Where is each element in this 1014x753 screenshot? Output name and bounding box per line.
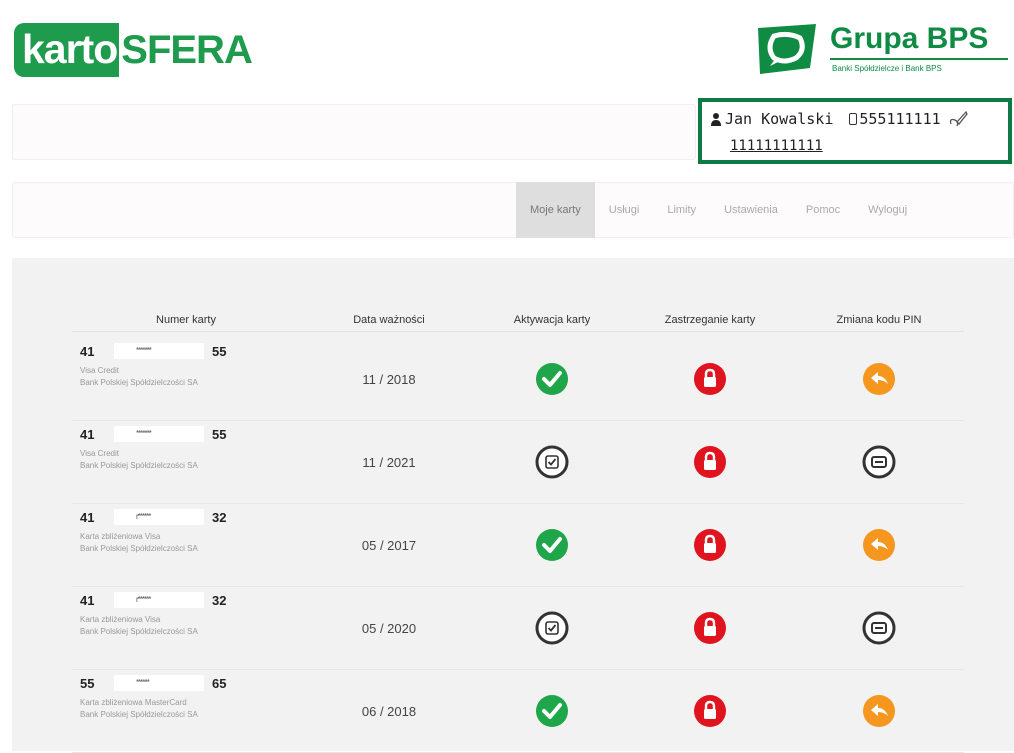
bps-subtitle: Banki Spółdzielcze i Bank BPS <box>832 64 942 73</box>
table-row: 41 r****** 32 Karta zbliżeniowa Visa Ban… <box>72 587 964 670</box>
main-nav: Moje karty Usługi Limity Ustawienia Pomo… <box>516 182 921 238</box>
nav-pomoc[interactable]: Pomoc <box>792 182 854 238</box>
card-number-prefix: 41 <box>80 343 95 359</box>
kartosfera-logo[interactable]: karto SFERA <box>14 20 253 80</box>
activation-active-icon[interactable] <box>535 528 569 562</box>
card-number: 41 r****** 32 <box>80 508 226 526</box>
header-card-number: Numer karty <box>156 313 216 326</box>
card-number-prefix: 41 <box>80 426 95 442</box>
card-info: 41 ******* 55 Visa Credit Bank Polskiej … <box>72 338 300 420</box>
card-bank: Bank Polskiej Spółdzielczości SA <box>80 544 198 553</box>
card-number-suffix: 55 <box>212 426 227 442</box>
block-card-lock-icon[interactable] <box>693 445 727 479</box>
user-info-box: Jan Kowalski 555111111 11111111111 <box>698 98 1012 164</box>
pin-change-arrow-icon[interactable] <box>862 694 896 728</box>
card-expiry: 06 / 2018 <box>361 703 417 719</box>
pin-unavailable-minus-icon <box>862 445 896 479</box>
header-pin-change: Zmiana kodu PIN <box>836 313 922 326</box>
card-type: Karta zbliżeniowa MasterCard <box>80 698 187 707</box>
card-number-suffix: 32 <box>212 509 227 525</box>
user-bar <box>12 104 696 160</box>
edit-signature-icon[interactable] <box>947 108 969 130</box>
card-type: Visa Credit <box>80 366 119 375</box>
grupa-bps-logo[interactable]: Grupa BPS Banki Spółdzielcze i Bank BPS <box>752 22 1012 82</box>
card-number-mask: ****** <box>114 675 204 691</box>
nav-limity[interactable]: Limity <box>653 182 710 238</box>
user-icon <box>711 113 721 126</box>
card-number: 41 r****** 32 <box>80 591 226 609</box>
header-block: Zastrzeganie karty <box>664 313 756 326</box>
logo-karto-part: karto <box>14 23 120 77</box>
bps-divider <box>830 58 1008 60</box>
pin-change-arrow-icon[interactable] <box>862 528 896 562</box>
card-number-mask: ******* <box>114 343 204 359</box>
block-card-lock-icon[interactable] <box>693 694 727 728</box>
card-expiry: 11 / 2018 <box>362 371 416 387</box>
activation-inactive-icon[interactable] <box>535 445 569 479</box>
activation-active-icon[interactable] <box>535 362 569 396</box>
card-type: Karta zbliżeniowa Visa <box>80 615 161 624</box>
block-card-lock-icon[interactable] <box>693 611 727 645</box>
card-type: Visa Credit <box>80 449 119 458</box>
card-number-prefix: 41 <box>80 509 95 525</box>
header: karto SFERA Grupa BPS Banki Spółdzielcze… <box>0 0 1014 100</box>
header-expiry: Data ważności <box>353 313 425 326</box>
card-number: 41 ******* 55 <box>80 425 226 443</box>
nav-wyloguj[interactable]: Wyloguj <box>854 182 921 238</box>
card-number: 55 ****** 65 <box>80 674 226 692</box>
card-number-mask: r****** <box>114 509 204 525</box>
activation-inactive-icon[interactable] <box>535 611 569 645</box>
card-number-suffix: 65 <box>212 675 227 691</box>
card-expiry: 05 / 2020 <box>361 620 417 636</box>
card-number-mask: ******* <box>114 426 204 442</box>
bps-speech-bubble-icon <box>758 24 816 74</box>
block-card-lock-icon[interactable] <box>693 528 727 562</box>
card-info: 41 ******* 55 Visa Credit Bank Polskiej … <box>72 421 300 503</box>
card-expiry: 05 / 2017 <box>361 537 417 553</box>
bps-name: Grupa BPS <box>830 22 989 55</box>
card-number-prefix: 55 <box>80 675 95 691</box>
user-phone-number: 555111111 <box>859 110 941 128</box>
cards-table-header: Numer karty Data ważności Aktywacja kart… <box>72 308 964 332</box>
card-info: 41 r****** 32 Karta zbliżeniowa Visa Ban… <box>72 504 300 586</box>
table-row: 41 r****** 32 Karta zbliżeniowa Visa Ban… <box>72 504 964 587</box>
card-number-prefix: 41 <box>80 592 95 608</box>
pin-change-arrow-icon[interactable] <box>862 362 896 396</box>
nav-ustawienia[interactable]: Ustawienia <box>710 182 792 238</box>
logo-sfera-part: SFERA <box>121 28 253 72</box>
block-card-lock-icon[interactable] <box>693 362 727 396</box>
card-bank: Bank Polskiej Spółdzielczości SA <box>80 461 198 470</box>
card-number: 41 ******* 55 <box>80 342 226 360</box>
card-bank: Bank Polskiej Spółdzielczości SA <box>80 627 198 636</box>
phone-icon <box>849 113 858 125</box>
card-expiry: 11 / 2021 <box>362 454 416 470</box>
nav-uslugi[interactable]: Usługi <box>595 182 654 238</box>
nav-moje-karty[interactable]: Moje karty <box>516 182 595 238</box>
card-number-mask: r****** <box>114 592 204 608</box>
table-row: 55 ****** 65 Karta zbliżeniowa MasterCar… <box>72 670 964 753</box>
header-activation: Aktywacja karty <box>513 313 591 326</box>
cards-table-body: 41 ******* 55 Visa Credit Bank Polskiej … <box>72 338 964 753</box>
card-number-suffix: 32 <box>212 592 227 608</box>
card-bank: Bank Polskiej Spółdzielczości SA <box>80 378 198 387</box>
activation-active-icon[interactable] <box>535 694 569 728</box>
user-id[interactable]: 11111111111 <box>730 138 1002 154</box>
user-name[interactable]: Jan Kowalski <box>725 110 833 128</box>
table-row: 41 ******* 55 Visa Credit Bank Polskiej … <box>72 421 964 504</box>
card-bank: Bank Polskiej Spółdzielczości SA <box>80 710 198 719</box>
card-info: 55 ****** 65 Karta zbliżeniowa MasterCar… <box>72 670 300 752</box>
pin-unavailable-minus-icon <box>862 611 896 645</box>
table-row: 41 ******* 55 Visa Credit Bank Polskiej … <box>72 338 964 421</box>
card-type: Karta zbliżeniowa Visa <box>80 532 161 541</box>
card-number-suffix: 55 <box>212 343 227 359</box>
card-info: 41 r****** 32 Karta zbliżeniowa Visa Ban… <box>72 587 300 669</box>
user-phone[interactable]: 555111111 <box>849 110 941 128</box>
